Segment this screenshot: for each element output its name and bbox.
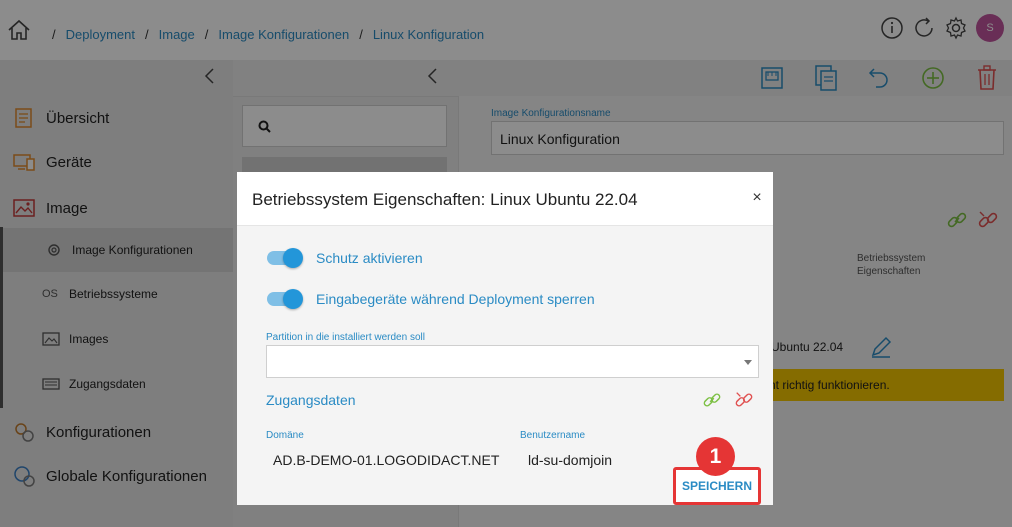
lock-input-toggle[interactable] [267, 289, 303, 309]
protection-toggle[interactable] [267, 248, 303, 268]
link-icon[interactable] [702, 390, 722, 410]
unlink-icon[interactable] [734, 390, 754, 410]
domain-value: AD.B-DEMO-01.LOGODIDACT.NET [273, 452, 500, 468]
lock-input-toggle-label: Eingabegeräte während Deployment sperren [316, 291, 595, 307]
username-value: ld-su-domjoin [528, 452, 613, 468]
partition-select[interactable] [266, 345, 759, 378]
step-badge: 1 [696, 437, 735, 476]
dialog-header: Betriebssystem Eigenschaften: Linux Ubun… [237, 172, 773, 226]
partition-label: Partition in die installiert werden soll [266, 332, 425, 343]
os-properties-dialog: Betriebssystem Eigenschaften: Linux Ubun… [237, 172, 773, 505]
toggle-knob [283, 248, 303, 268]
domain-label: Domäne [266, 430, 304, 441]
credentials-title: Zugangsdaten [266, 392, 356, 408]
dialog-body: Schutz aktivieren Eingabegeräte während … [237, 226, 773, 505]
username-label: Benutzername [520, 430, 586, 441]
dropdown-caret-icon [744, 360, 752, 365]
toggle-knob [283, 289, 303, 309]
close-icon[interactable]: × [749, 189, 765, 207]
protection-toggle-label: Schutz aktivieren [316, 250, 423, 266]
dialog-title: Betriebssystem Eigenschaften: Linux Ubun… [252, 190, 638, 209]
